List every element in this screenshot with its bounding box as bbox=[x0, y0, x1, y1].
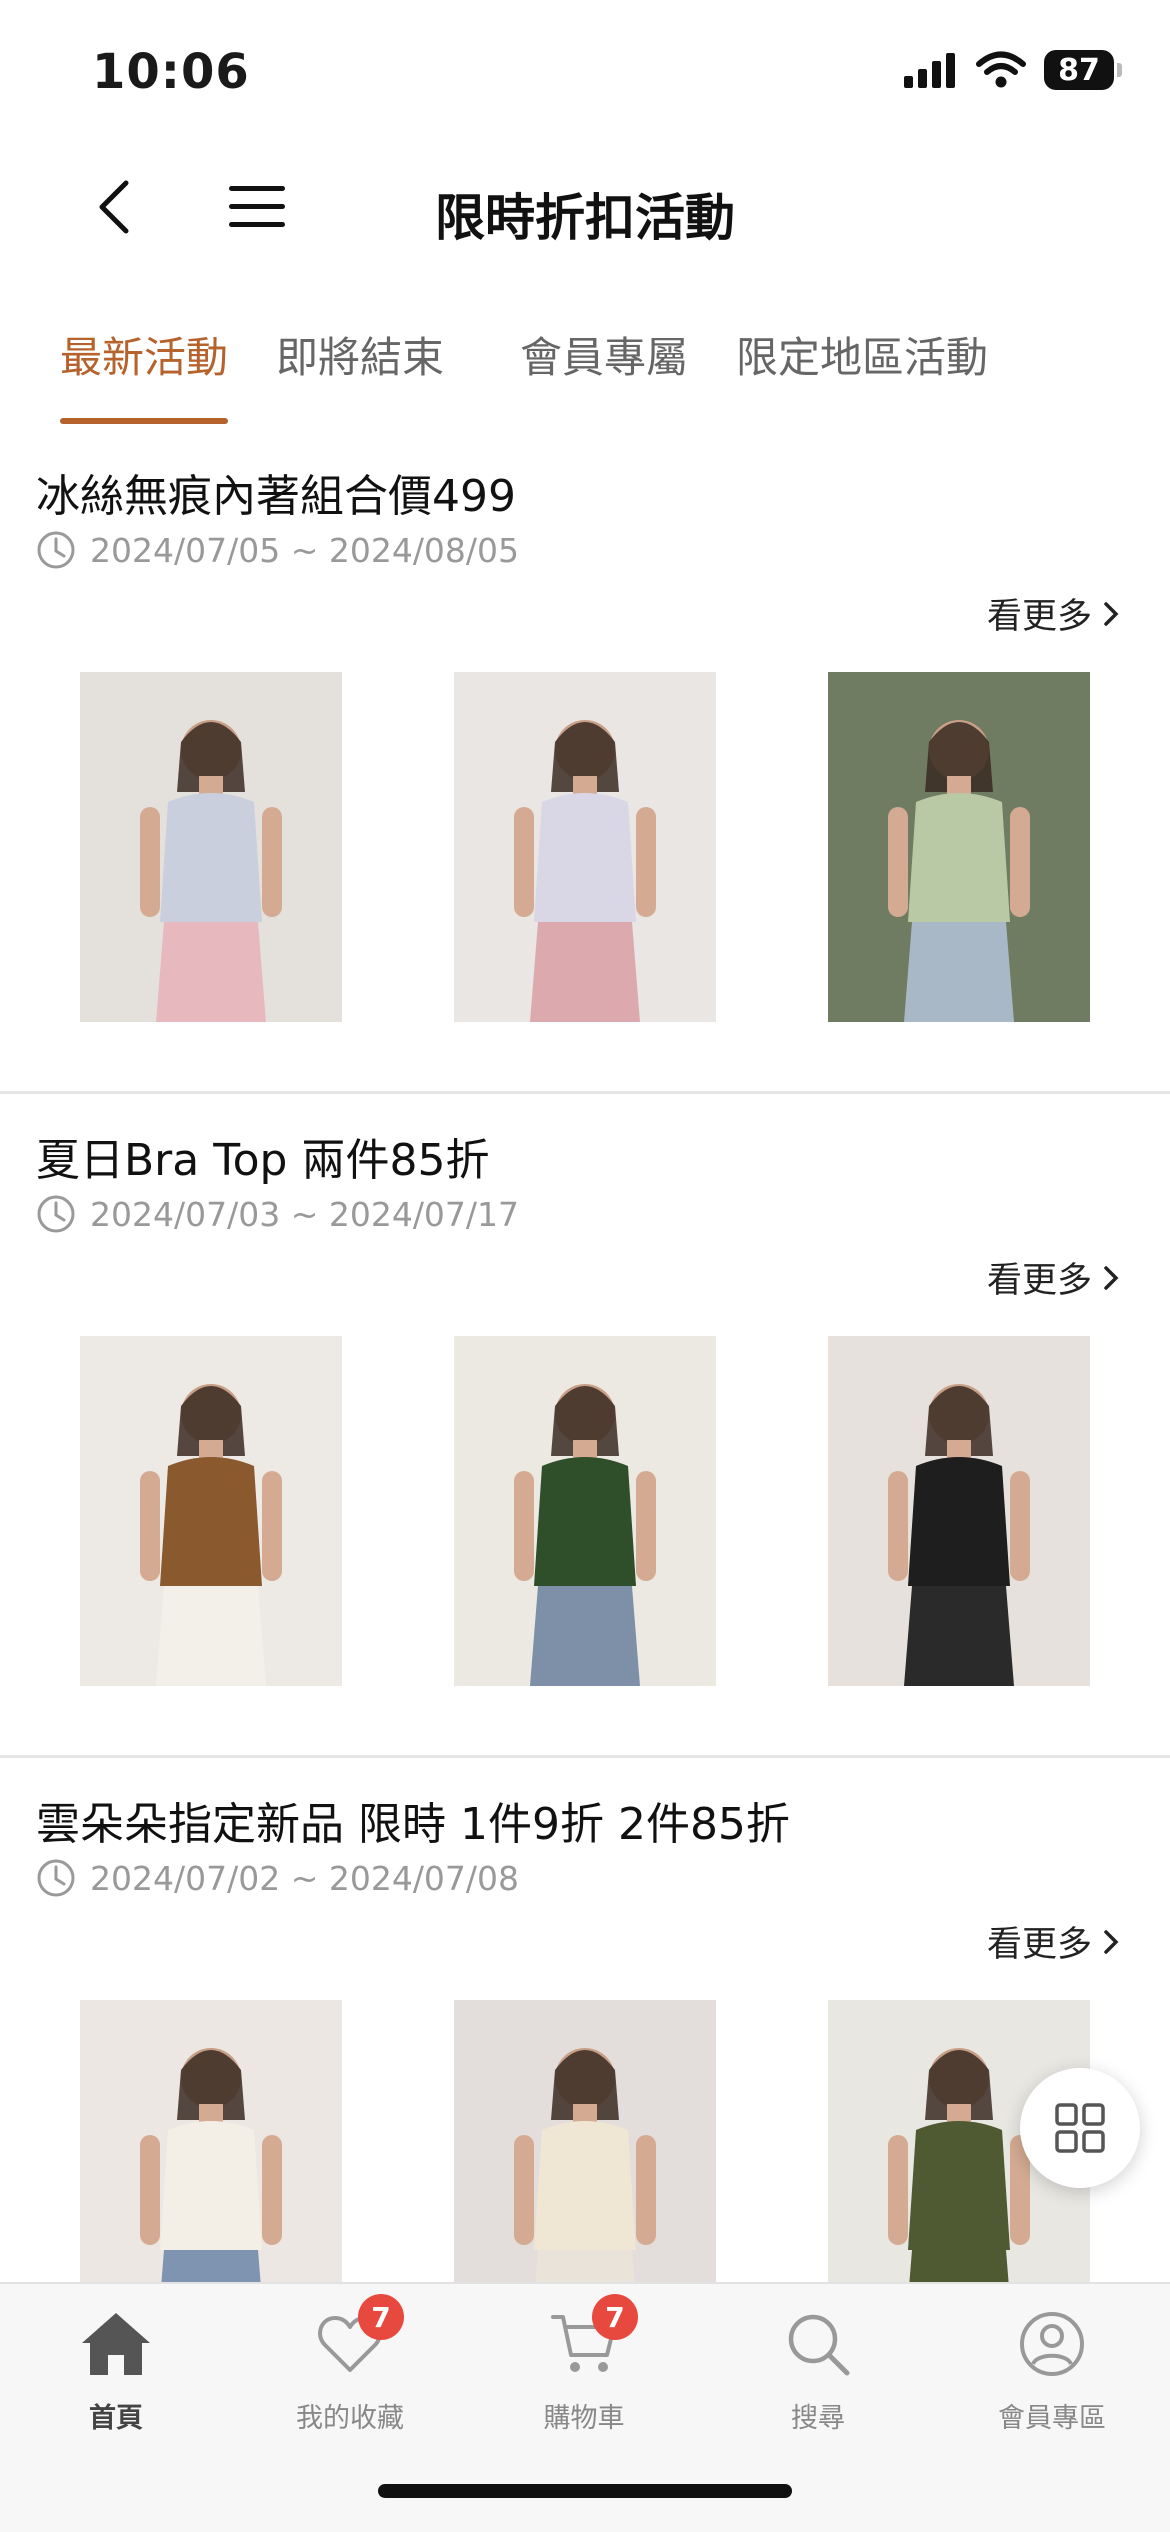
see-more-link[interactable]: 看更多 bbox=[987, 588, 1120, 639]
product-photo bbox=[80, 1336, 342, 1686]
campaign-title: 雲朵朵指定新品 限時 1件9折 2件85折 bbox=[36, 1799, 790, 1850]
tabbar-label: 我的收藏 bbox=[296, 2403, 404, 2434]
cellular-signal-icon bbox=[904, 53, 955, 88]
cart-icon: 7 bbox=[544, 2294, 638, 2384]
tab-ending-soon[interactable]: 即將結束 bbox=[276, 300, 444, 424]
product-photo bbox=[80, 672, 342, 1022]
favorites-count-badge: 7 bbox=[358, 2294, 404, 2340]
tabbar-label: 搜尋 bbox=[791, 2403, 845, 2434]
grid-icon bbox=[1055, 2103, 1105, 2153]
user-icon bbox=[1012, 2304, 1092, 2384]
see-more-label: 看更多 bbox=[986, 1925, 1092, 1965]
tabbar-label: 會員專區 bbox=[998, 2403, 1106, 2434]
product-thumbnail[interactable] bbox=[80, 1336, 342, 1686]
home-icon bbox=[76, 2304, 156, 2384]
see-more-label: 看更多 bbox=[986, 1261, 1092, 1301]
campaign-card: 夏日Bra Top 兩件85折 2024/07/03 ~ 2024/07/17 … bbox=[0, 1094, 1170, 1758]
product-row bbox=[80, 1336, 1090, 1686]
status-icons: 87 bbox=[904, 50, 1122, 90]
chevron-right-icon bbox=[1104, 1929, 1119, 1954]
product-thumbnail[interactable] bbox=[828, 672, 1090, 1022]
tab-members-only[interactable]: 會員專屬 bbox=[520, 300, 688, 424]
campaign-date-text: 2024/07/02 ~ 2024/07/08 bbox=[90, 1858, 520, 1898]
tab-regional[interactable]: 限定地區活動 bbox=[736, 300, 988, 424]
product-photo bbox=[454, 672, 716, 1022]
battery-indicator: 87 bbox=[1044, 50, 1122, 90]
page-title: 限時折扣活動 bbox=[435, 189, 735, 247]
campaign-card: 冰絲無痕內著組合價499 2024/07/05 ~ 2024/08/05 看更多 bbox=[0, 430, 1170, 1094]
campaign-date: 2024/07/05 ~ 2024/08/05 bbox=[36, 530, 519, 570]
search-icon bbox=[778, 2304, 858, 2384]
campaign-tabs: 最新活動 即將結束 會員專屬 限定地區活動 bbox=[0, 300, 1170, 424]
product-photo bbox=[454, 1336, 716, 1686]
clock-icon bbox=[37, 1195, 75, 1233]
see-more-link[interactable]: 看更多 bbox=[987, 1916, 1120, 1967]
tabbar-home[interactable]: 首頁 bbox=[16, 2304, 216, 2435]
clock-icon bbox=[37, 531, 75, 569]
product-thumbnail[interactable] bbox=[454, 1336, 716, 1686]
see-more-label: 看更多 bbox=[986, 597, 1092, 637]
grid-menu-button[interactable] bbox=[1020, 2068, 1140, 2188]
tabbar-label: 首頁 bbox=[89, 2403, 143, 2434]
product-photo bbox=[828, 672, 1090, 1022]
status-bar: 10:06 87 bbox=[0, 0, 1170, 140]
product-row bbox=[80, 672, 1090, 1022]
clock-icon bbox=[37, 1859, 75, 1897]
home-indicator bbox=[378, 2484, 792, 2498]
chevron-right-icon bbox=[1104, 601, 1119, 626]
campaign-date-text: 2024/07/03 ~ 2024/07/17 bbox=[90, 1194, 520, 1234]
cart-count-badge: 7 bbox=[592, 2294, 638, 2340]
product-photo bbox=[828, 1336, 1090, 1686]
nav-bar: 限時折扣活動 bbox=[0, 150, 1170, 260]
see-more-link[interactable]: 看更多 bbox=[987, 1252, 1120, 1303]
campaign-date-text: 2024/07/05 ~ 2024/08/05 bbox=[90, 530, 520, 570]
heart-icon: 7 bbox=[310, 2294, 404, 2384]
product-thumbnail[interactable] bbox=[454, 672, 716, 1022]
wifi-icon bbox=[976, 51, 1026, 88]
status-time: 10:06 bbox=[92, 44, 250, 100]
tabbar-cart[interactable]: 7 購物車 bbox=[484, 2294, 684, 2435]
campaign-date: 2024/07/02 ~ 2024/07/08 bbox=[36, 1858, 519, 1898]
campaign-date: 2024/07/03 ~ 2024/07/17 bbox=[36, 1194, 519, 1234]
tabbar-member[interactable]: 會員專區 bbox=[952, 2304, 1152, 2435]
tabbar-favorites[interactable]: 7 我的收藏 bbox=[250, 2294, 450, 2435]
chevron-right-icon bbox=[1104, 1265, 1119, 1290]
campaign-title: 冰絲無痕內著組合價499 bbox=[36, 471, 516, 522]
product-thumbnail[interactable] bbox=[828, 1336, 1090, 1686]
tabbar-search[interactable]: 搜尋 bbox=[718, 2304, 918, 2435]
tabbar-label: 購物車 bbox=[543, 2403, 625, 2434]
product-thumbnail[interactable] bbox=[80, 672, 342, 1022]
campaign-title: 夏日Bra Top 兩件85折 bbox=[36, 1135, 490, 1186]
tab-latest[interactable]: 最新活動 bbox=[60, 300, 229, 424]
